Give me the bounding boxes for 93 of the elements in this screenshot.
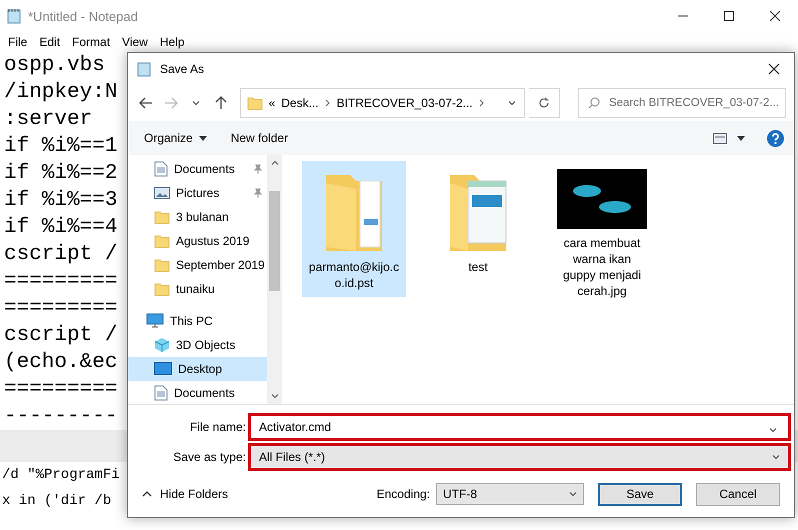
text-line: (echo.&ec	[4, 350, 118, 376]
help-icon[interactable]	[767, 130, 784, 146]
document-icon	[154, 161, 168, 177]
encoding-label: Encoding:	[376, 487, 430, 501]
file-name-field[interactable]: Activator.cmd	[248, 413, 791, 441]
text-line: /d "%ProgramFi	[2, 466, 120, 485]
nav-item[interactable]: Desktop	[128, 357, 267, 381]
nav-item[interactable]: This PC	[128, 309, 267, 333]
text-line: if %i%==1	[4, 134, 118, 160]
nav-item[interactable]: Documents	[128, 381, 267, 405]
monitor-icon	[146, 313, 164, 329]
chevron-up-icon	[142, 491, 152, 497]
scrollbar[interactable]	[267, 155, 282, 404]
field-label: Save as type:	[172, 450, 247, 464]
text-line: if %i%==2	[4, 161, 118, 187]
breadcrumb[interactable]: BITRECOVER_03-07-2...	[336, 96, 473, 110]
refresh-button[interactable]	[528, 88, 560, 118]
nav-item[interactable]: Documents	[128, 157, 267, 181]
text-line: cscript /	[4, 242, 118, 268]
dropdown-arrow-icon	[737, 136, 745, 140]
notepad-icon	[6, 8, 22, 24]
cancel-button[interactable]: Cancel	[696, 482, 780, 506]
organize-button[interactable]: Organize	[136, 127, 215, 149]
breadcrumb[interactable]: Desk...	[281, 96, 319, 110]
arrow-up-icon	[215, 96, 228, 110]
minimize-icon	[678, 15, 688, 17]
image-item[interactable]: cara membuat warna ikan guppy menjadi cerah.jpg	[550, 161, 654, 305]
field-label: File name:	[188, 420, 247, 434]
chevron-down-icon	[772, 453, 780, 461]
close-icon	[770, 11, 780, 21]
text-line: :server	[4, 107, 92, 133]
chevron-down-icon	[769, 426, 777, 434]
cube-icon	[154, 337, 170, 353]
text-line: if %i%==3	[4, 188, 118, 214]
folder-icon	[154, 209, 170, 225]
folder-item[interactable]: test	[426, 161, 530, 281]
chevron-down-icon	[270, 392, 278, 400]
nav-item[interactable]: Agustus 2019	[128, 229, 267, 253]
nav-item[interactable]: Pictures	[128, 181, 267, 205]
refresh-icon	[538, 97, 550, 109]
menu-item[interactable]: File	[2, 35, 34, 49]
view-options-button[interactable]	[713, 132, 745, 144]
text-line: cscript /	[4, 323, 118, 349]
item-name: parmanto@kijo.co.id.pst	[308, 259, 400, 291]
text-line: =========	[4, 296, 118, 322]
nav-item[interactable]: September 2019	[128, 253, 267, 277]
nav-item[interactable]: 3 bulanan	[128, 205, 267, 229]
text-line: =========	[4, 377, 118, 403]
folder-item[interactable]: parmanto@kijo.co.id.pst	[302, 161, 406, 297]
dropdown-arrow-icon	[198, 136, 207, 140]
text-line: /inpkey:N	[4, 80, 118, 106]
address-bar[interactable]: « Desk... BITRECOVER_03-07-2...	[240, 88, 525, 118]
desktop-icon	[154, 362, 172, 376]
notepad-icon	[136, 61, 152, 77]
menu-item[interactable]: Help	[154, 35, 191, 49]
text-line: if %i%==4	[4, 215, 118, 241]
document-icon	[154, 385, 168, 401]
picture-icon	[154, 186, 170, 200]
folder-icon	[154, 257, 170, 273]
folder-icon	[154, 281, 170, 297]
hide-folders-button[interactable]: Hide Folders	[138, 483, 232, 505]
text-line: ospp.vbs	[4, 53, 105, 79]
save-button[interactable]: Save	[598, 482, 682, 506]
menu-item[interactable]: View	[116, 35, 154, 49]
folder-icon	[154, 233, 170, 249]
chevron-right-icon	[478, 99, 485, 107]
chevron-right-icon	[324, 99, 331, 107]
search-icon	[588, 97, 600, 109]
search-field[interactable]: Search BITRECOVER_03-07-2...	[578, 88, 786, 118]
close-icon	[768, 63, 780, 75]
new-folder-button[interactable]: New folder	[222, 127, 296, 149]
overflow-mark: «	[268, 96, 276, 110]
menu-item[interactable]: Edit	[33, 35, 66, 49]
arrow-left-icon	[139, 97, 154, 109]
file-type-dropdown[interactable]: All Files (*.*)	[248, 443, 791, 471]
text-line: ---------	[4, 404, 118, 430]
nav-item[interactable]: 3D Objects	[128, 333, 267, 357]
text-line: x in ('dir /b	[2, 492, 112, 511]
chevron-down-icon	[508, 99, 516, 107]
text-line: =========	[4, 269, 118, 295]
window-title: *Untitled - Notepad	[28, 8, 138, 24]
chevron-down-icon	[192, 99, 200, 107]
menu-item[interactable]: Format	[66, 35, 116, 49]
arrow-right-icon	[164, 97, 178, 109]
encoding-dropdown[interactable]: UTF-8	[436, 483, 584, 505]
maximize-icon	[724, 11, 734, 21]
dialog-title: Save As	[160, 62, 204, 76]
nav-item[interactable]: tunaiku	[128, 277, 267, 301]
item-name: test	[467, 259, 489, 275]
chevron-down-icon	[569, 490, 577, 498]
item-name: cara membuat warna ikan guppy menjadi cerah.jpg	[562, 235, 642, 299]
view-icon	[713, 132, 727, 144]
chevron-up-icon	[270, 159, 278, 167]
